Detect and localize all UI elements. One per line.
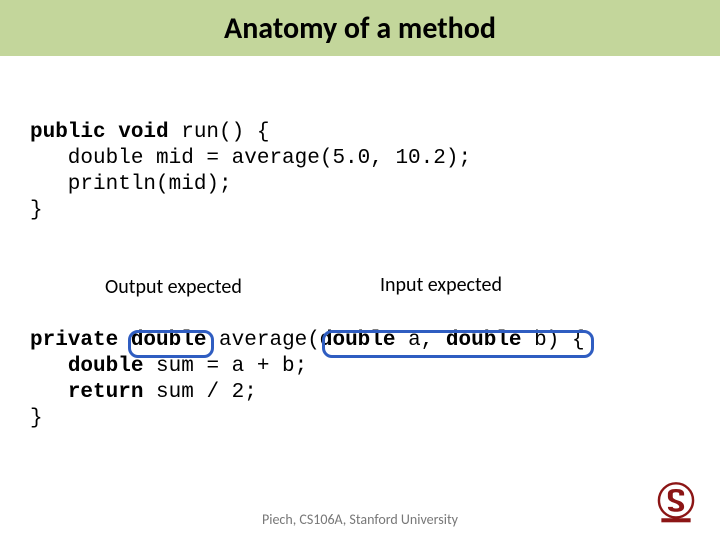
run-line2: println(mid); (30, 173, 232, 196)
kw-public-void: public void (30, 121, 169, 144)
highlight-return-type (128, 330, 214, 358)
title-bar: Anatomy of a method (0, 0, 720, 56)
run-close: } (30, 199, 43, 222)
stanford-seal-icon (650, 476, 702, 528)
stanford-logo (650, 476, 702, 528)
footer-attribution: Piech, CS106A, Stanford University (0, 511, 720, 528)
kw-private: private (30, 329, 118, 352)
label-output-expected: Output expected (105, 275, 242, 299)
label-input-expected: Input expected (380, 273, 502, 297)
avg-close: } (30, 407, 43, 430)
kw-return: return (68, 381, 144, 404)
slide-title: Anatomy of a method (224, 10, 496, 47)
run-sig-rest: run() { (169, 121, 270, 144)
run-line1: double mid = average(5.0, 10.2); (30, 147, 471, 170)
kw-double-sum: double (68, 355, 144, 378)
highlight-parameters (322, 330, 594, 358)
